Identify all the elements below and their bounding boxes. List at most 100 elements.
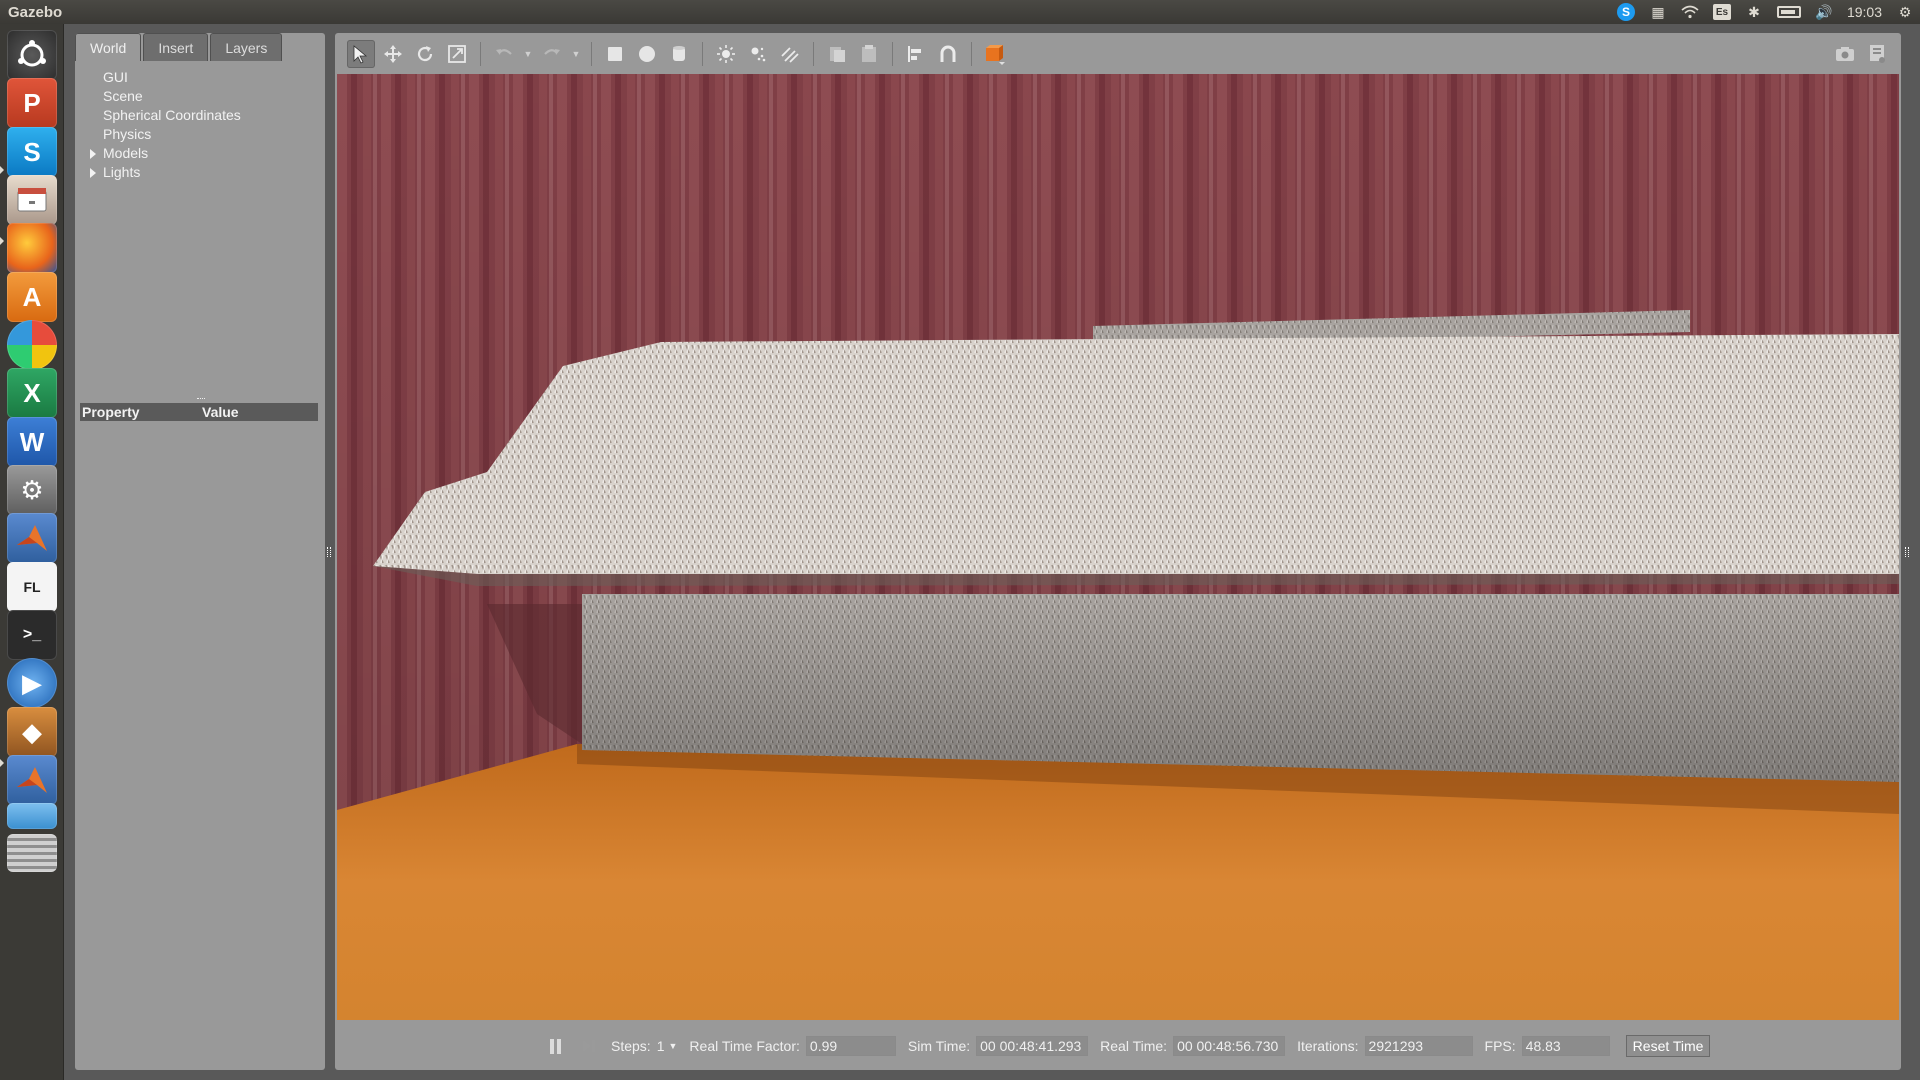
align-icon[interactable] — [902, 40, 930, 68]
steps-label: Steps: — [611, 1038, 651, 1054]
reset-time-button[interactable]: Reset Time — [1625, 1035, 1711, 1057]
launcher-active-indicator — [0, 759, 4, 767]
properties-header: Property Value — [80, 403, 318, 421]
right-panel-splitter[interactable] — [1905, 547, 1909, 557]
steps-caret-icon[interactable]: ▼ — [669, 1041, 678, 1051]
trash-icon[interactable] — [7, 834, 57, 872]
clock[interactable]: 19:03 — [1847, 4, 1882, 20]
step-icon[interactable] — [579, 1036, 599, 1056]
tree-item-label: Lights — [103, 164, 141, 180]
volume-icon[interactable]: 🔊 — [1815, 3, 1833, 21]
video-player-icon[interactable]: ▶ — [7, 658, 57, 708]
select-mode-icon[interactable] — [347, 40, 375, 68]
wifi-icon[interactable] — [1681, 3, 1699, 21]
toolbar-separator — [892, 42, 893, 66]
sim-time-value: 00 00:48:41.293 — [976, 1036, 1089, 1056]
real-time-label: Real Time: — [1100, 1038, 1168, 1054]
status-bar: Steps: 1 ▼ Real Time Factor: 0.99 Sim Ti… — [337, 1024, 1899, 1068]
left-panel-tabs: World Insert Layers — [75, 33, 283, 61]
virtualbox-icon[interactable]: ◆ — [7, 707, 57, 757]
pause-icon[interactable] — [545, 1036, 565, 1056]
value-column-header[interactable]: Value — [200, 403, 239, 421]
directional-light-icon[interactable] — [776, 40, 804, 68]
copy-icon[interactable] — [823, 40, 851, 68]
left-panel — [75, 33, 325, 1070]
screenshot-icon[interactable] — [1831, 40, 1859, 68]
redo-icon[interactable] — [538, 40, 566, 68]
property-splitter-handle[interactable] — [197, 398, 205, 401]
undo-icon[interactable] — [490, 40, 518, 68]
sim-time-label: Sim Time: — [907, 1038, 971, 1054]
launcher-active-indicator — [0, 237, 4, 245]
workspace-switcher-icon[interactable] — [7, 803, 57, 829]
property-column-header[interactable]: Property — [80, 403, 200, 421]
steps-value[interactable]: 1 — [657, 1038, 665, 1054]
tree-item-physics[interactable]: Physics — [85, 125, 315, 144]
skype-icon[interactable]: S — [7, 127, 57, 177]
toolbar-separator — [591, 42, 592, 66]
window-title: Gazebo — [8, 3, 63, 21]
system-gear-icon[interactable]: ⚙ — [1896, 3, 1914, 21]
rotate-mode-icon[interactable] — [411, 40, 439, 68]
word-icon[interactable]: W — [7, 417, 57, 467]
tree-item-spherical-coordinates[interactable]: Spherical Coordinates — [85, 106, 315, 125]
spot-light-icon[interactable] — [744, 40, 772, 68]
powerpoint-icon[interactable]: P — [7, 78, 57, 128]
toolbar-separator — [813, 42, 814, 66]
software-center-icon[interactable]: A — [7, 272, 57, 322]
terminal-icon[interactable]: >_ — [7, 610, 57, 660]
toolbar-separator — [971, 42, 972, 66]
workspace-grid-icon[interactable]: ▦ — [1649, 3, 1667, 21]
tree-item-label: Physics — [103, 126, 152, 142]
tree-item-label: Spherical Coordinates — [103, 107, 241, 123]
sphere-shape-icon[interactable] — [633, 40, 661, 68]
matlab-icon-2[interactable] — [7, 755, 57, 805]
keyboard-layout-indicator[interactable]: Es — [1712, 4, 1731, 20]
toolbar-separator — [480, 42, 481, 66]
translate-mode-icon[interactable] — [379, 40, 407, 68]
tree-item-gui[interactable]: GUI — [85, 68, 315, 87]
tree-item-label: Models — [103, 145, 149, 161]
redo-history-caret[interactable]: ▼ — [570, 40, 582, 68]
snap-icon[interactable] — [934, 40, 962, 68]
view-angle-icon[interactable] — [981, 40, 1009, 68]
scene-render — [337, 74, 1899, 1020]
box-shape-icon[interactable] — [601, 40, 629, 68]
battery-icon[interactable] — [1776, 6, 1801, 18]
tree-item-lights[interactable]: Lights — [85, 163, 315, 182]
point-light-icon[interactable] — [712, 40, 740, 68]
bluetooth-icon[interactable]: ✱ — [1745, 3, 1763, 21]
paste-icon[interactable] — [855, 40, 883, 68]
launcher: P S A X W ⚙ FL >_ ▶ ◆ — [0, 24, 64, 1080]
excel-icon[interactable]: X — [7, 368, 57, 418]
expand-arrow-icon[interactable] — [90, 149, 96, 159]
sofa-cushion — [373, 334, 1899, 574]
fps-label: FPS: — [1484, 1038, 1516, 1054]
tree-item-label: Scene — [103, 88, 143, 104]
skype-tray-icon[interactable]: S — [1616, 3, 1635, 21]
left-panel-splitter[interactable] — [327, 547, 331, 557]
log-icon[interactable] — [1863, 40, 1891, 68]
iterations-value: 2921293 — [1364, 1036, 1473, 1056]
tree-item-scene[interactable]: Scene — [85, 87, 315, 106]
tree-item-models[interactable]: Models — [85, 144, 315, 163]
photos-icon[interactable] — [7, 320, 57, 370]
toolbar-separator — [702, 42, 703, 66]
tab-world[interactable]: World — [75, 33, 142, 61]
files-icon[interactable] — [7, 175, 57, 225]
system-settings-icon[interactable]: ⚙ — [7, 465, 57, 515]
fps-value: 48.83 — [1521, 1036, 1610, 1056]
expand-arrow-icon[interactable] — [90, 168, 96, 178]
cylinder-shape-icon[interactable] — [665, 40, 693, 68]
scene-viewport[interactable] — [337, 74, 1899, 1020]
system-top-bar: Gazebo S ▦ Es ✱ 🔊 19:03 ⚙ — [0, 0, 1920, 24]
firefox-icon[interactable] — [7, 223, 57, 273]
matlab-icon[interactable] — [7, 513, 57, 563]
system-tray: S ▦ Es ✱ 🔊 19:03 ⚙ — [1616, 0, 1914, 24]
ubuntu-dash-icon[interactable] — [7, 30, 57, 80]
fl-studio-icon[interactable]: FL — [7, 562, 57, 612]
tab-layers[interactable]: Layers — [210, 33, 283, 61]
scale-mode-icon[interactable] — [443, 40, 471, 68]
tab-insert[interactable]: Insert — [143, 33, 209, 61]
undo-history-caret[interactable]: ▼ — [522, 40, 534, 68]
